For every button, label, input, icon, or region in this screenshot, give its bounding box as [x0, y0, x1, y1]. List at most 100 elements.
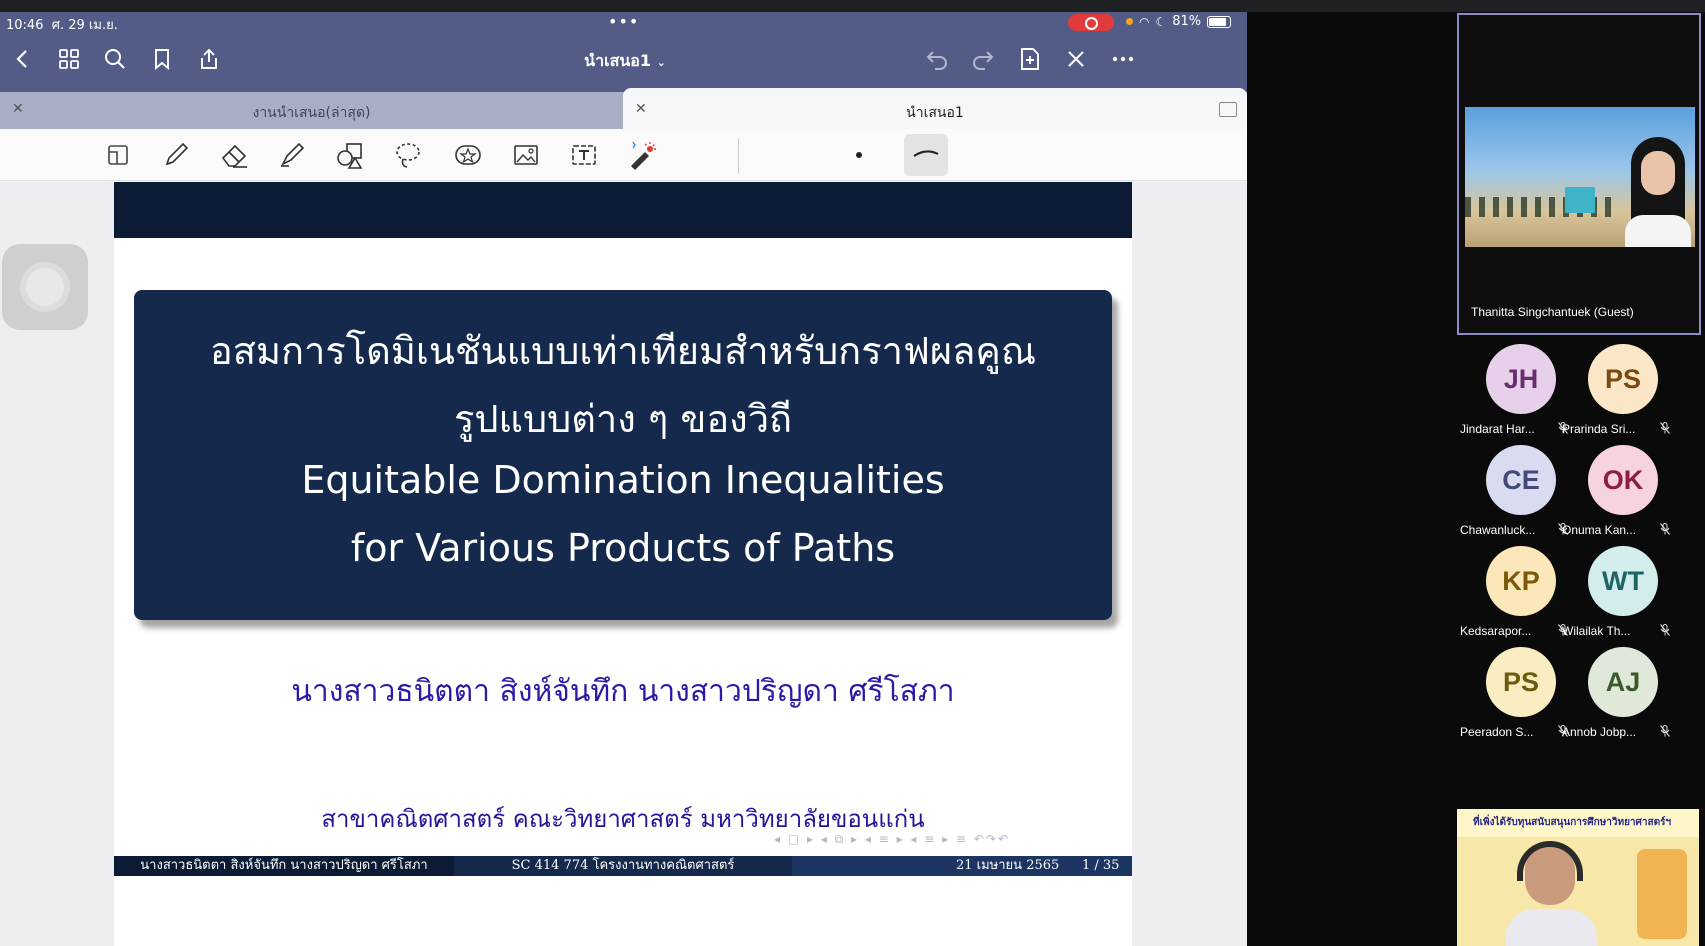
tab-presentation1[interactable]: ✕ นำเสนอ1 — [623, 88, 1247, 129]
title-thai-line-2: รูปแบบต่าง ๆ ของวิถี — [453, 397, 793, 441]
page-thumbnail-icon[interactable] — [100, 137, 136, 173]
mic-off-icon — [1660, 624, 1670, 639]
tab-recent-presentation[interactable]: ✕ งานนำเสนอ(ล่าสุด) — [0, 92, 623, 129]
chevron-left-icon[interactable] — [8, 44, 38, 74]
search-icon[interactable] — [100, 44, 130, 74]
laser-pointer-icon[interactable] — [624, 137, 660, 173]
share-icon[interactable] — [194, 44, 224, 74]
image-icon[interactable] — [508, 137, 544, 173]
participant-name: Prarinda Sri... — [1562, 422, 1636, 436]
redo-icon[interactable] — [968, 44, 998, 74]
bookmark-icon[interactable] — [147, 44, 177, 74]
participant-tile[interactable]: JH Jindarat Har... — [1460, 344, 1570, 444]
participant-name: Wilailak Th... — [1562, 624, 1631, 638]
participant-name: Chawanluck... — [1460, 523, 1536, 537]
slide-header-bar — [114, 182, 1132, 238]
undo-icon[interactable] — [922, 44, 952, 74]
mic-off-icon — [1660, 422, 1670, 437]
slide-footer: นางสาวธนิตตา สิงห์จันทึก นางสาวปริญดา ศร… — [114, 856, 1132, 876]
participant-tile[interactable]: PS Prarinda Sri... — [1562, 344, 1672, 444]
tool-bar — [0, 129, 1247, 181]
grid-icon[interactable] — [54, 44, 84, 74]
shared-video-tile[interactable]: ที่เพิ่งได้รับทุนสนับสนุนการศึกษาวิทยาศา… — [1457, 809, 1699, 946]
stroke-width-dot-icon[interactable] — [856, 152, 862, 158]
status-time-text: 10:46 — [6, 18, 44, 33]
video-decoration — [1637, 849, 1687, 939]
document-title[interactable]: นำเสนอ1 ⌄ — [560, 49, 690, 74]
screen-record-icon[interactable] — [1068, 14, 1114, 31]
mic-off-icon — [1660, 523, 1670, 538]
participant-tile[interactable]: AJ Annob Jobp... — [1562, 647, 1672, 747]
slide: อสมการโดมิเนชันแบบเท่าเทียมสำหรับกราฟผลค… — [114, 182, 1132, 946]
participant-tile[interactable]: PS Peeradon S... — [1460, 647, 1570, 747]
slide-title-box: อสมการโดมิเนชันแบบเท่าเทียมสำหรับกราฟผลค… — [134, 290, 1112, 620]
nav-bar: นำเสนอ1 ⌄ — [0, 40, 1247, 80]
lasso-icon[interactable] — [390, 137, 426, 173]
title-thai-line-1: อสมการโดมิเนชันแบบเท่าเทียมสำหรับกราฟผลค… — [209, 329, 1037, 373]
screen: 10:46 ศ. 29 เม.ย. ••• ◠ ☾ 81% นำเสนอ1 ⌄ … — [0, 0, 1705, 946]
avatar: WT — [1588, 546, 1658, 616]
participant-tile[interactable]: CE Chawanluck... — [1460, 445, 1570, 545]
avatar: PS — [1588, 344, 1658, 414]
footer-page-number: 1 / 35 — [1082, 858, 1120, 873]
title-english-line-2: for Various Products of Paths — [350, 526, 896, 570]
status-date: ศ. 29 เม.ย. — [51, 18, 118, 33]
video-banner-text: ที่เพิ่งได้รับทุนสนับสนุนการศึกษาวิทยาศา… — [1473, 817, 1672, 828]
document-title-text: นำเสนอ1 — [584, 51, 652, 70]
text-icon[interactable] — [566, 137, 602, 173]
status-time: 10:46 ศ. 29 เม.ย. — [6, 14, 118, 35]
toolbar-divider — [738, 139, 739, 173]
mic-indicator-icon — [1126, 18, 1133, 25]
footer-course: SC 414 774 โครงงานทางคณิตศาสตร์ — [454, 856, 792, 876]
chevron-down-icon: ⌄ — [656, 56, 666, 69]
participant-tile[interactable]: OK Onuma Kan... — [1562, 445, 1672, 545]
participant-tile[interactable]: WT Wilailak Th... — [1562, 546, 1672, 646]
footer-date-page: 21 เมษายน 2565 1 / 35 — [792, 856, 1132, 876]
tab-label: นำเสนอ1 — [906, 105, 964, 121]
avatar: AJ — [1588, 647, 1658, 717]
battery-icon — [1207, 15, 1232, 28]
avatar: KP — [1486, 546, 1556, 616]
status-bar: 10:46 ศ. 29 เม.ย. ••• ◠ ☾ 81% — [0, 12, 1247, 34]
highlighter-icon[interactable] — [274, 137, 310, 173]
slide-authors: นางสาวธนิตตา สิงห์จันทึก นางสาวปริญดา ศร… — [291, 674, 955, 709]
add-page-icon[interactable] — [1015, 44, 1045, 74]
battery-percent: 81% — [1172, 14, 1202, 29]
stroke-style-button[interactable] — [904, 134, 948, 176]
footer-authors: นางสาวธนิตตา สิงห์จันทึก นางสาวปริญดา ศร… — [114, 856, 454, 876]
sidebar-toggle-icon[interactable] — [1219, 102, 1237, 117]
participant-tile[interactable]: KP Kedsarapor... — [1460, 546, 1570, 646]
mic-off-icon — [1660, 725, 1670, 740]
headset-icon — [1517, 841, 1583, 881]
close-icon[interactable] — [1061, 44, 1091, 74]
app-header: 10:46 ศ. 29 เม.ย. ••• ◠ ☾ 81% นำเสนอ1 ⌄ — [0, 12, 1247, 92]
sticker-icon[interactable] — [450, 137, 486, 173]
active-speaker-video[interactable]: Thanitta Singchantuek (Guest) — [1457, 13, 1701, 335]
pen-icon[interactable] — [158, 137, 194, 173]
wifi-icon: ◠ — [1139, 14, 1150, 29]
participant-name: Kedsarapor... — [1460, 624, 1532, 638]
assistive-touch-icon[interactable] — [2, 244, 88, 330]
footer-date: 21 เมษายน 2565 — [956, 858, 1060, 873]
avatar: PS — [1486, 647, 1556, 717]
tab-bar: ✕ งานนำเสนอ(ล่าสุด) ✕ นำเสนอ1 — [0, 88, 1247, 129]
participant-name: Annob Jobp... — [1562, 725, 1637, 739]
video-banner: ที่เพิ่งได้รับทุนสนับสนุนการศึกษาวิทยาศา… — [1457, 809, 1699, 837]
speaker-name: Thanitta Singchantuek (Guest) — [1471, 305, 1634, 319]
shapes-icon[interactable] — [332, 137, 368, 173]
avatar: CE — [1486, 445, 1556, 515]
avatar: JH — [1486, 344, 1556, 414]
speaker-video-frame — [1465, 107, 1695, 247]
ipad-app: 10:46 ศ. 29 เม.ย. ••• ◠ ☾ 81% นำเสนอ1 ⌄ … — [0, 12, 1247, 946]
multitask-dots-icon[interactable]: ••• — [608, 12, 639, 31]
background-lifeguard-hut — [1565, 187, 1595, 213]
participant-name: Jindarat Har... — [1460, 422, 1535, 436]
avatar: OK — [1588, 445, 1658, 515]
title-english-line-1: Equitable Domination Inequalities — [301, 458, 945, 502]
tab-label: งานนำเสนอ(ล่าสุด) — [252, 105, 371, 121]
participant-name: Peeradon S... — [1460, 725, 1534, 739]
window-top-strip — [0, 0, 1705, 12]
more-icon[interactable] — [1108, 44, 1138, 74]
beamer-navigation-icons[interactable]: ◂ □ ▸ ◂ ⧉ ▸ ◂ ≡ ▸ ◂ ≡ ▸ ≡ ↶↷↶ — [774, 832, 1010, 847]
eraser-icon[interactable] — [216, 137, 252, 173]
